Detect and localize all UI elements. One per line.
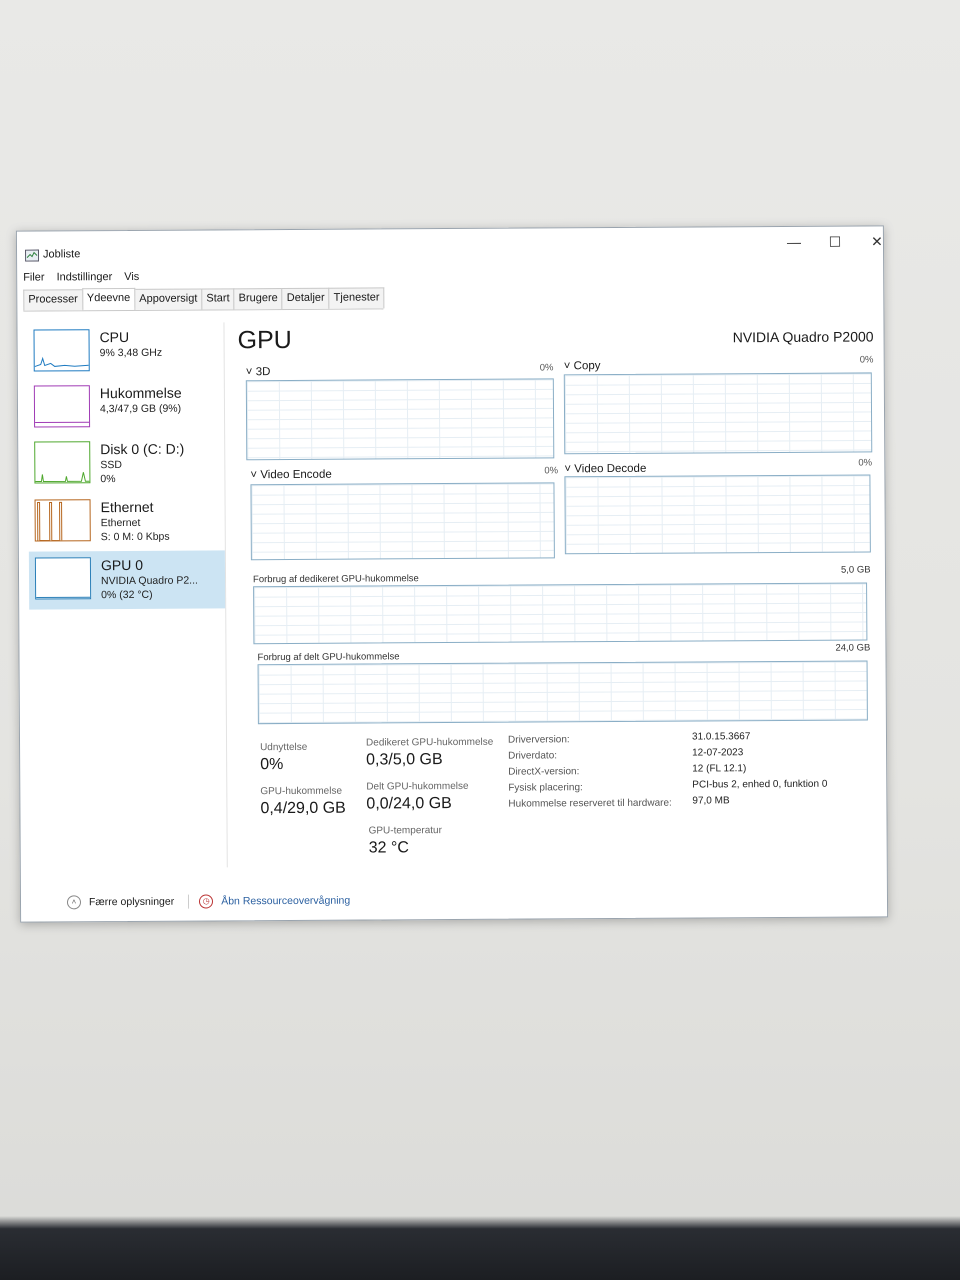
- utilization-value: 0%: [260, 756, 284, 774]
- maximize-button[interactable]: ☐: [820, 231, 850, 253]
- engine-video-decode-graph: [564, 474, 871, 555]
- gpu-thumbnail: [34, 557, 92, 600]
- performance-sidebar: CPU 9% 3,48 GHz Hukommelse 4,3/47,9 GB (…: [27, 322, 228, 869]
- task-manager-window: Jobliste — ☐ ✕ Filer Indstillinger Vis P…: [15, 225, 889, 923]
- tab-startup[interactable]: Start: [201, 288, 235, 310]
- memory-thumbnail: [33, 385, 91, 428]
- window-title: Jobliste: [43, 248, 81, 261]
- engine-video-encode-graph: [250, 482, 555, 561]
- resource-monitor-icon: ◷: [199, 894, 214, 909]
- shared-gpu-memory-label: Delt GPU-hukommelse: [366, 780, 469, 793]
- tab-strip: Processer Ydeevne Appoversigt Start Brug…: [23, 287, 385, 312]
- gpu-temperature-value: 32 °C: [368, 839, 409, 857]
- title-bar[interactable]: Jobliste — ☐ ✕: [17, 226, 883, 265]
- driver-version-value: 31.0.15.3667: [691, 731, 751, 743]
- driver-version-label: Driverversion:: [507, 734, 570, 746]
- menu-view[interactable]: Vis: [124, 271, 139, 283]
- gpu-detail-panel: GPU NVIDIA Quadro P2000 ˅ 3D 0% ˅ Copy 0…: [237, 318, 880, 882]
- shared-memory-label: Forbrug af delt GPU-hukommelse: [257, 651, 400, 664]
- sidebar-gpu-usage: 0% (32 °C): [101, 588, 153, 602]
- sidebar-cpu-usage: 9% 3,48 GHz: [99, 346, 163, 360]
- gpu-memory-value: 0,4/29,0 GB: [260, 799, 346, 818]
- sidebar-gpu-model: NVIDIA Quadro P2...: [101, 574, 198, 588]
- tab-app-history[interactable]: Appoversigt: [134, 288, 203, 310]
- directx-version-value: 12 (FL 12.1): [692, 763, 747, 775]
- dedicated-gpu-memory-label: Dedikeret GPU-hukommelse: [365, 736, 494, 749]
- disk-thumbnail: [34, 441, 91, 484]
- fewer-details-link[interactable]: Færre oplysninger: [89, 896, 174, 909]
- engine-copy-graph: [563, 372, 873, 455]
- driver-date-value: 12-07-2023: [692, 747, 744, 759]
- physical-location-value: PCI-bus 2, enhed 0, funktion 0: [692, 778, 828, 791]
- shared-memory-graph: [257, 660, 868, 725]
- footer-bar: ˄ Færre oplysninger ◷ Åbn Ressourceoverv…: [66, 894, 350, 910]
- engine-video-decode-name: Video Decode: [574, 462, 647, 476]
- tab-services[interactable]: Tjenester: [328, 287, 385, 309]
- sidebar-ethernet-adapter: Ethernet: [100, 516, 141, 530]
- tab-users[interactable]: Brugere: [233, 288, 283, 310]
- page-title: GPU: [237, 325, 292, 355]
- sidebar-item-disk[interactable]: Disk 0 (C: D:) SSD 0%: [28, 434, 224, 493]
- cpu-thumbnail: [33, 329, 90, 372]
- sidebar-disk-usage: 0%: [100, 473, 116, 486]
- sidebar-ethernet-throughput: S: 0 M: 0 Kbps: [100, 530, 170, 544]
- hardware-reserved-memory-value: 97,0 MB: [692, 795, 730, 807]
- tab-details[interactable]: Detaljer: [281, 287, 330, 310]
- sidebar-memory-name: Hukommelse: [99, 384, 182, 402]
- sidebar-memory-usage: 4,3/47,9 GB (9%): [99, 402, 182, 416]
- sidebar-ethernet-name: Ethernet: [100, 498, 154, 516]
- sidebar-disk-type: SSD: [100, 459, 122, 472]
- sidebar-gpu-name: GPU 0: [100, 556, 144, 574]
- dedicated-memory-max: 5,0 GB: [840, 564, 871, 576]
- sidebar-cpu-name: CPU: [99, 328, 130, 346]
- chevron-up-icon[interactable]: ˄: [66, 895, 82, 910]
- sidebar-disk-name: Disk 0 (C: D:): [100, 440, 185, 458]
- directx-version-label: DirectX-version:: [508, 766, 580, 778]
- engine-video-encode-percent: 0%: [544, 465, 559, 477]
- engine-video-decode-percent: 0%: [858, 457, 873, 469]
- gpu-memory-label: GPU-hukommelse: [260, 785, 343, 798]
- driver-date-label: Driverdato:: [508, 750, 558, 762]
- engine-3d-label[interactable]: ˅ 3D: [246, 366, 271, 378]
- engine-copy-percent: 0%: [859, 354, 874, 366]
- minimize-button[interactable]: —: [779, 231, 809, 253]
- sidebar-item-ethernet[interactable]: Ethernet Ethernet S: 0 M: 0 Kbps: [29, 492, 225, 551]
- sidebar-item-memory[interactable]: Hukommelse 4,3/47,9 GB (9%): [28, 378, 224, 437]
- engine-video-encode-name: Video Encode: [260, 468, 332, 482]
- engine-video-encode-label[interactable]: ˅ Video Encode: [250, 469, 331, 481]
- tab-processes[interactable]: Processer: [23, 289, 83, 311]
- gpu-temperature-label: GPU-temperatur: [368, 825, 442, 837]
- footer-divider: [188, 894, 190, 909]
- ethernet-thumbnail: [34, 499, 91, 542]
- utilization-label: Udnyttelse: [260, 741, 308, 754]
- tab-performance[interactable]: Ydeevne: [81, 287, 136, 310]
- physical-location-label: Fysisk placering:: [508, 782, 583, 794]
- shared-gpu-memory-value: 0,0/24,0 GB: [366, 795, 452, 813]
- dedicated-memory-label: Forbrug af dedikeret GPU-hukommelse: [252, 573, 419, 586]
- engine-copy-name: Copy: [573, 360, 601, 373]
- engine-3d-percent: 0%: [539, 362, 554, 374]
- engine-video-decode-label[interactable]: ˅ Video Decode: [564, 463, 646, 476]
- sidebar-item-cpu[interactable]: CPU 9% 3,48 GHz: [27, 322, 223, 381]
- engine-3d-name: 3D: [255, 366, 271, 379]
- task-manager-icon: [25, 249, 40, 262]
- engine-copy-label[interactable]: ˅ Copy: [564, 360, 601, 372]
- menu-bar: Filer Indstillinger Vis: [23, 271, 139, 284]
- sidebar-item-gpu0[interactable]: GPU 0 NVIDIA Quadro P2... 0% (32 °C): [28, 550, 226, 610]
- dedicated-gpu-memory-value: 0,3/5,0 GB: [366, 751, 443, 769]
- engine-3d-graph: [245, 378, 555, 461]
- dedicated-memory-graph: [253, 582, 868, 645]
- shared-memory-max: 24,0 GB: [835, 642, 871, 654]
- menu-settings[interactable]: Indstillinger: [57, 271, 113, 283]
- open-resource-monitor-link[interactable]: Åbn Ressourceovervågning: [221, 895, 350, 908]
- gpu-model-name: NVIDIA Quadro P2000: [732, 328, 874, 346]
- hardware-reserved-memory-label: Hukommelse reserveret til hardware:: [508, 797, 672, 810]
- menu-file[interactable]: Filer: [23, 271, 44, 283]
- close-button[interactable]: ✕: [862, 230, 892, 252]
